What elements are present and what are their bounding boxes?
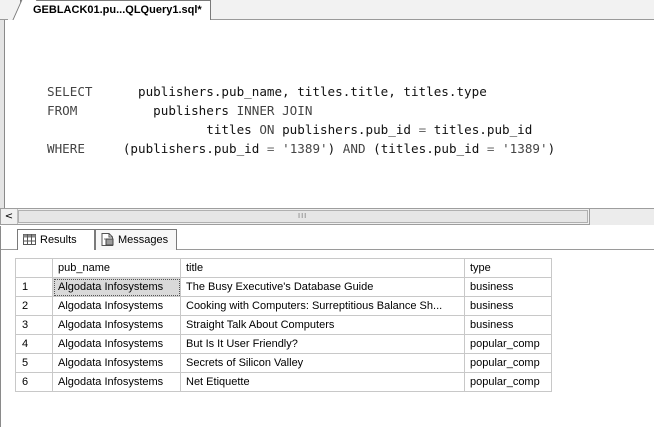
where-equals-2: = xyxy=(486,141,495,156)
table-row[interactable]: 1 Algodata Infosystems The Busy Executiv… xyxy=(15,277,552,297)
row-number[interactable]: 4 xyxy=(15,334,53,354)
tab-messages-label: Messages xyxy=(118,234,169,246)
row-number[interactable]: 2 xyxy=(15,296,53,316)
cell-pub-name[interactable]: Algodata Infosystems xyxy=(52,353,181,373)
scroll-grip-icon: III xyxy=(298,212,308,220)
cell-type[interactable]: business xyxy=(464,277,552,297)
where-value-2: '1389' xyxy=(502,141,548,156)
from-table: publishers xyxy=(153,103,229,118)
column-header-title[interactable]: title xyxy=(180,258,465,278)
cell-title[interactable]: Straight Talk About Computers xyxy=(180,315,465,335)
cell-type[interactable]: popular_comp xyxy=(464,372,552,392)
row-number-header[interactable] xyxy=(15,258,53,278)
join-left: publishers.pub_id xyxy=(282,122,411,137)
table-row[interactable]: 6 Algodata Infosystems Net Etiquette pop… xyxy=(15,372,552,392)
cell-pub-name[interactable]: Algodata Infosystems xyxy=(52,296,181,316)
cell-type[interactable]: business xyxy=(464,296,552,316)
row-number[interactable]: 5 xyxy=(15,353,53,373)
results-grid[interactable]: pub_name title type 1 Algodata Infosyste… xyxy=(15,258,552,392)
select-columns: publishers.pub_name, titles.title, title… xyxy=(138,84,487,99)
grid-header-row: pub_name title type xyxy=(15,258,552,278)
editor-horizontal-scrollbar[interactable]: < III xyxy=(0,208,590,225)
join-right: titles.pub_id xyxy=(433,122,533,137)
column-header-pub-name[interactable]: pub_name xyxy=(52,258,181,278)
tab-results[interactable]: Results xyxy=(17,229,95,250)
keyword-select: SELECT xyxy=(47,84,93,99)
where-close-1: ) xyxy=(327,141,336,156)
cell-type[interactable]: popular_comp xyxy=(464,334,552,354)
sql-code[interactable]: SELECT publishers.pub_name, titles.title… xyxy=(47,82,555,158)
cell-pub-name[interactable]: Algodata Infosystems xyxy=(52,315,181,335)
where-left-2: (titles.pub_id xyxy=(373,141,480,156)
cell-pub-name[interactable]: Algodata Infosystems xyxy=(52,277,181,297)
where-left-1: (publishers.pub_id xyxy=(122,141,260,156)
document-tab-strip: GEBLACK01.pu...QLQuery1.sql* xyxy=(0,0,654,20)
row-number[interactable]: 6 xyxy=(15,372,53,392)
join-equals: = xyxy=(418,122,427,137)
join-table: titles xyxy=(206,122,252,137)
where-equals-1: = xyxy=(266,141,275,156)
scroll-corner xyxy=(590,208,654,225)
table-row[interactable]: 2 Algodata Infosystems Cooking with Comp… xyxy=(15,296,552,316)
messages-icon xyxy=(101,233,114,246)
cell-pub-name[interactable]: Algodata Infosystems xyxy=(52,334,181,354)
keyword-where: WHERE xyxy=(47,141,85,156)
cell-title[interactable]: Cooking with Computers: Surreptitious Ba… xyxy=(180,296,465,316)
where-value-1: '1389' xyxy=(282,141,328,156)
cell-title[interactable]: The Busy Executive's Database Guide xyxy=(180,277,465,297)
grid-icon xyxy=(23,234,36,245)
row-number[interactable]: 1 xyxy=(15,277,53,297)
results-pane: Results Messages pub_name title type 1 A… xyxy=(0,226,654,427)
cell-type[interactable]: popular_comp xyxy=(464,353,552,373)
where-close-2: ) xyxy=(547,141,556,156)
query-document-tab[interactable]: GEBLACK01.pu...QLQuery1.sql* xyxy=(20,0,211,20)
tab-messages[interactable]: Messages xyxy=(95,229,177,250)
scroll-left-arrow[interactable]: < xyxy=(1,209,18,224)
keyword-from: FROM xyxy=(47,103,78,118)
cell-title[interactable]: Secrets of Silicon Valley xyxy=(180,353,465,373)
cell-title[interactable]: Net Etiquette xyxy=(180,372,465,392)
keyword-on: ON xyxy=(259,122,275,137)
table-row[interactable]: 5 Algodata Infosystems Secrets of Silico… xyxy=(15,353,552,373)
query-document-tab-label: GEBLACK01.pu...QLQuery1.sql* xyxy=(33,4,202,16)
row-number[interactable]: 3 xyxy=(15,315,53,335)
column-header-type[interactable]: type xyxy=(464,258,552,278)
table-row[interactable]: 3 Algodata Infosystems Straight Talk Abo… xyxy=(15,315,552,335)
cell-title[interactable]: But Is It User Friendly? xyxy=(180,334,465,354)
cell-type[interactable]: business xyxy=(464,315,552,335)
cell-pub-name[interactable]: Algodata Infosystems xyxy=(52,372,181,392)
sql-editor[interactable]: SELECT publishers.pub_name, titles.title… xyxy=(0,20,654,208)
table-row[interactable]: 4 Algodata Infosystems But Is It User Fr… xyxy=(15,334,552,354)
keyword-inner-join: INNER JOIN xyxy=(236,103,313,118)
tab-results-label: Results xyxy=(40,234,77,246)
keyword-and: AND xyxy=(342,141,366,156)
